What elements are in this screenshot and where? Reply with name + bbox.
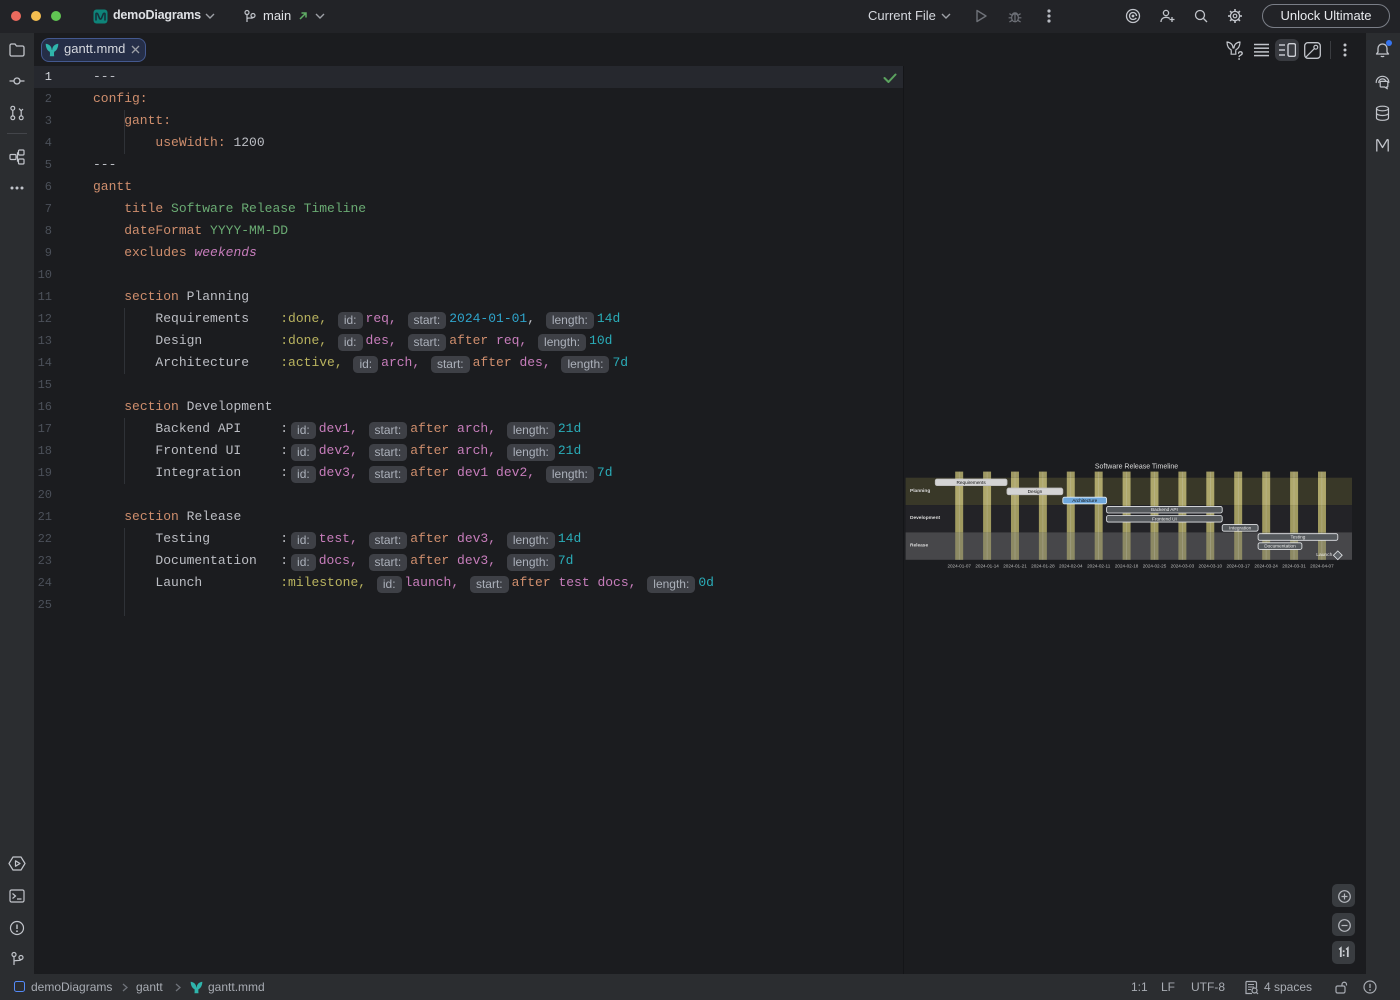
svg-text:2024-03-17: 2024-03-17	[1226, 564, 1250, 569]
svg-text:2024-02-11: 2024-02-11	[1087, 564, 1111, 569]
svg-text:2024-03-24: 2024-03-24	[1254, 564, 1278, 569]
svg-text:Architecture: Architecture	[1072, 498, 1097, 503]
svg-text:Release: Release	[910, 543, 928, 549]
svg-text:2024-03-03: 2024-03-03	[1171, 564, 1195, 569]
svg-text:Software Release Timeline: Software Release Timeline	[1095, 463, 1178, 470]
svg-text:Frontend UI: Frontend UI	[1152, 516, 1177, 521]
svg-text:2024-01-21: 2024-01-21	[1003, 564, 1027, 569]
svg-text:Development: Development	[910, 515, 941, 521]
svg-text:Launch: Launch	[1316, 552, 1332, 558]
svg-text:Requirements: Requirements	[957, 480, 987, 485]
svg-text:Documentation: Documentation	[1264, 544, 1296, 549]
svg-text:2024-01-14: 2024-01-14	[975, 564, 999, 569]
svg-text:2024-03-10: 2024-03-10	[1199, 564, 1223, 569]
svg-text:2024-01-07: 2024-01-07	[947, 564, 971, 569]
svg-text:Design: Design	[1028, 489, 1043, 494]
svg-text:2024-01-28: 2024-01-28	[1031, 564, 1055, 569]
svg-text:2024-04-07: 2024-04-07	[1310, 564, 1334, 569]
svg-text:Integration: Integration	[1229, 525, 1252, 530]
svg-text:Planning: Planning	[910, 488, 930, 494]
svg-text:2024-02-25: 2024-02-25	[1143, 564, 1167, 569]
svg-text:2024-03-31: 2024-03-31	[1282, 564, 1306, 569]
svg-text:2024-02-04: 2024-02-04	[1059, 564, 1083, 569]
svg-text:Testing: Testing	[1290, 535, 1305, 540]
svg-text:2024-02-18: 2024-02-18	[1115, 564, 1139, 569]
svg-text:Backend API: Backend API	[1151, 507, 1178, 512]
